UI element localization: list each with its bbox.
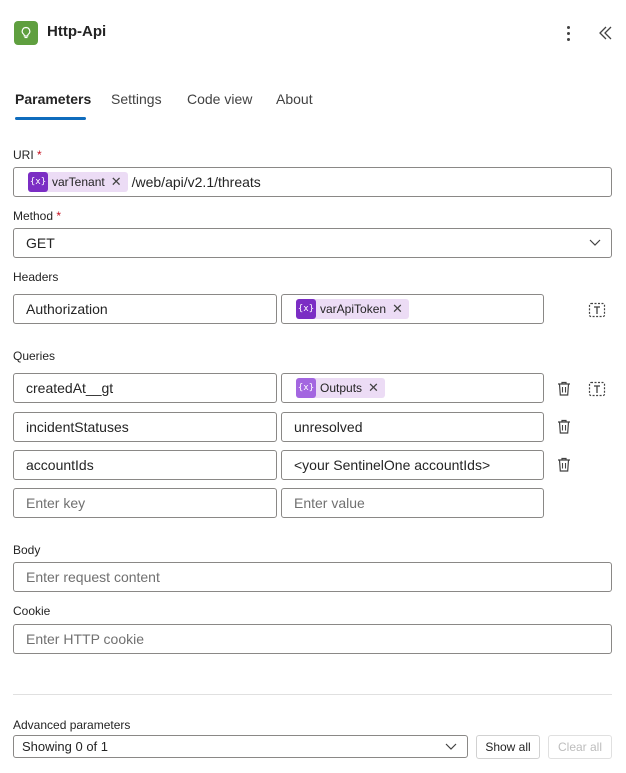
query-key-value: incidentStatuses (26, 419, 129, 435)
advanced-value: Showing 0 of 1 (22, 739, 109, 754)
query-value-input[interactable]: {x} Outputs ✕ (281, 373, 544, 403)
tab-settings[interactable]: Settings (111, 91, 162, 107)
show-all-button[interactable]: Show all (476, 735, 540, 759)
chevron-down-icon (445, 743, 457, 750)
remove-token-icon[interactable]: ✕ (392, 301, 403, 317)
double-chevron-left-icon[interactable] (596, 23, 616, 43)
cookie-placeholder: Enter HTTP cookie (26, 631, 145, 647)
body-input[interactable]: Enter request content (13, 562, 612, 592)
cookie-input[interactable]: Enter HTTP cookie (13, 624, 612, 654)
delete-icon[interactable] (554, 417, 574, 437)
header-key-value: Authorization (26, 301, 108, 317)
panel-header: Http-Api (14, 20, 616, 46)
query-value-text: unresolved (294, 419, 363, 435)
value-placeholder: Enter value (294, 495, 365, 511)
delete-icon[interactable] (554, 379, 574, 399)
token-var-api-token[interactable]: {x} varApiToken ✕ (296, 299, 409, 319)
variable-icon: {x} (296, 299, 316, 319)
new-query-key-input[interactable]: Enter key (13, 488, 277, 518)
method-value: GET (26, 235, 55, 251)
query-value-input[interactable]: <your SentinelOne accountIds> (281, 450, 544, 480)
more-vertical-icon[interactable] (561, 22, 575, 44)
body-placeholder: Enter request content (26, 569, 160, 585)
query-value-input[interactable]: unresolved (281, 412, 544, 442)
query-key-input[interactable]: accountIds (13, 450, 277, 480)
query-value-text: <your SentinelOne accountIds> (294, 457, 491, 473)
token-label: varApiToken (320, 302, 387, 316)
query-key-value: accountIds (26, 457, 94, 473)
uri-label: URI * (13, 148, 42, 162)
chevron-down-icon (589, 239, 601, 246)
key-placeholder: Enter key (26, 495, 86, 511)
body-label: Body (13, 543, 41, 557)
query-key-input[interactable]: createdAt__gt (13, 373, 277, 403)
header-key-input[interactable]: Authorization (13, 294, 277, 324)
headers-label: Headers (13, 270, 59, 284)
delete-icon[interactable] (554, 455, 574, 475)
method-label: Method * (13, 209, 62, 223)
token-label: Outputs (320, 381, 363, 395)
advanced-parameters-label: Advanced parameters (13, 718, 131, 732)
uri-path: /web/api/v2.1/threats (131, 174, 261, 190)
token-var-tenant[interactable]: {x} varTenant ✕ (28, 172, 128, 192)
variable-icon: {x} (28, 172, 48, 192)
clear-all-button[interactable]: Clear all (548, 735, 612, 759)
query-key-input[interactable]: incidentStatuses (13, 412, 277, 442)
switch-to-text-mode-icon[interactable] (587, 300, 607, 320)
new-query-value-input[interactable]: Enter value (281, 488, 544, 518)
tab-parameters[interactable]: Parameters (15, 91, 91, 107)
advanced-parameters-select[interactable]: Showing 0 of 1 (13, 735, 468, 758)
queries-label: Queries (13, 349, 56, 363)
method-select[interactable]: GET (13, 228, 612, 258)
uri-input[interactable]: {x} varTenant ✕ /web/api/v2.1/threats (13, 167, 612, 197)
lightbulb-icon (14, 21, 38, 45)
variable-icon: {x} (296, 378, 316, 398)
tab-code-view[interactable]: Code view (187, 91, 252, 107)
token-label: varTenant (52, 175, 105, 189)
remove-token-icon[interactable]: ✕ (368, 380, 379, 396)
page-title: Http-Api (47, 23, 107, 40)
divider (13, 694, 612, 695)
switch-to-text-mode-icon[interactable] (587, 379, 607, 399)
header-value-input[interactable]: {x} varApiToken ✕ (281, 294, 544, 324)
query-key-value: createdAt__gt (26, 380, 114, 396)
token-outputs[interactable]: {x} Outputs ✕ (296, 378, 385, 398)
remove-token-icon[interactable]: ✕ (111, 174, 122, 190)
tab-about[interactable]: About (276, 91, 313, 107)
active-tab-indicator (15, 117, 86, 120)
cookie-label: Cookie (13, 604, 51, 618)
